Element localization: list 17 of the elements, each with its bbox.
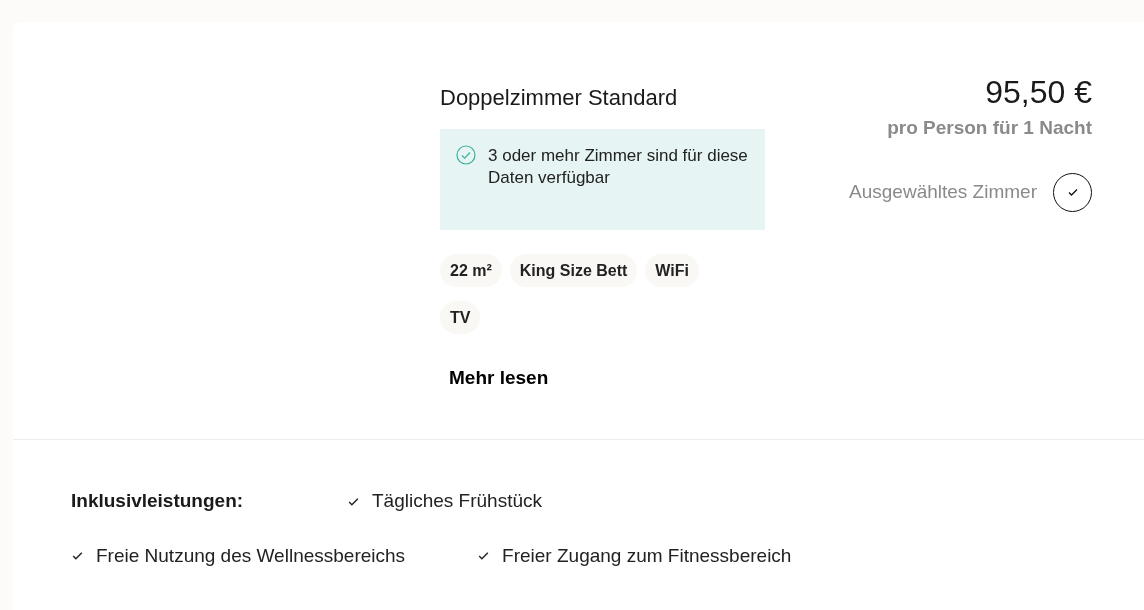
inclusion-item: Tägliches Frühstück xyxy=(372,489,542,513)
inclusion-item: Freier Zugang zum Fitnessbereich xyxy=(502,543,792,568)
selection-label: Ausgewähltes Zimmer xyxy=(849,179,1037,204)
inclusion-item: Freie Nutzung des Wellnessbereichs xyxy=(96,543,406,568)
availability-text: 3 oder mehr Zimmer sind für diese Daten verfügbar xyxy=(488,145,749,189)
check-icon xyxy=(1066,186,1079,198)
feature-tag: WiFi xyxy=(645,254,699,287)
feature-tag: King Size Bett xyxy=(509,254,638,287)
feature-tag: TV xyxy=(440,301,481,334)
price: 95,50 € xyxy=(985,73,1092,112)
check-circle-icon xyxy=(456,145,476,165)
select-room-toggle[interactable] xyxy=(1053,172,1092,212)
price-note: pro Person für 1 Nacht xyxy=(887,116,1092,140)
room-title: Doppelzimmer Standard xyxy=(440,84,679,112)
inclusions-label: Inklusivleistungen: xyxy=(71,489,245,513)
read-more-link[interactable]: Mehr lesen xyxy=(449,364,765,393)
feature-tag: 22 m² xyxy=(440,254,502,287)
